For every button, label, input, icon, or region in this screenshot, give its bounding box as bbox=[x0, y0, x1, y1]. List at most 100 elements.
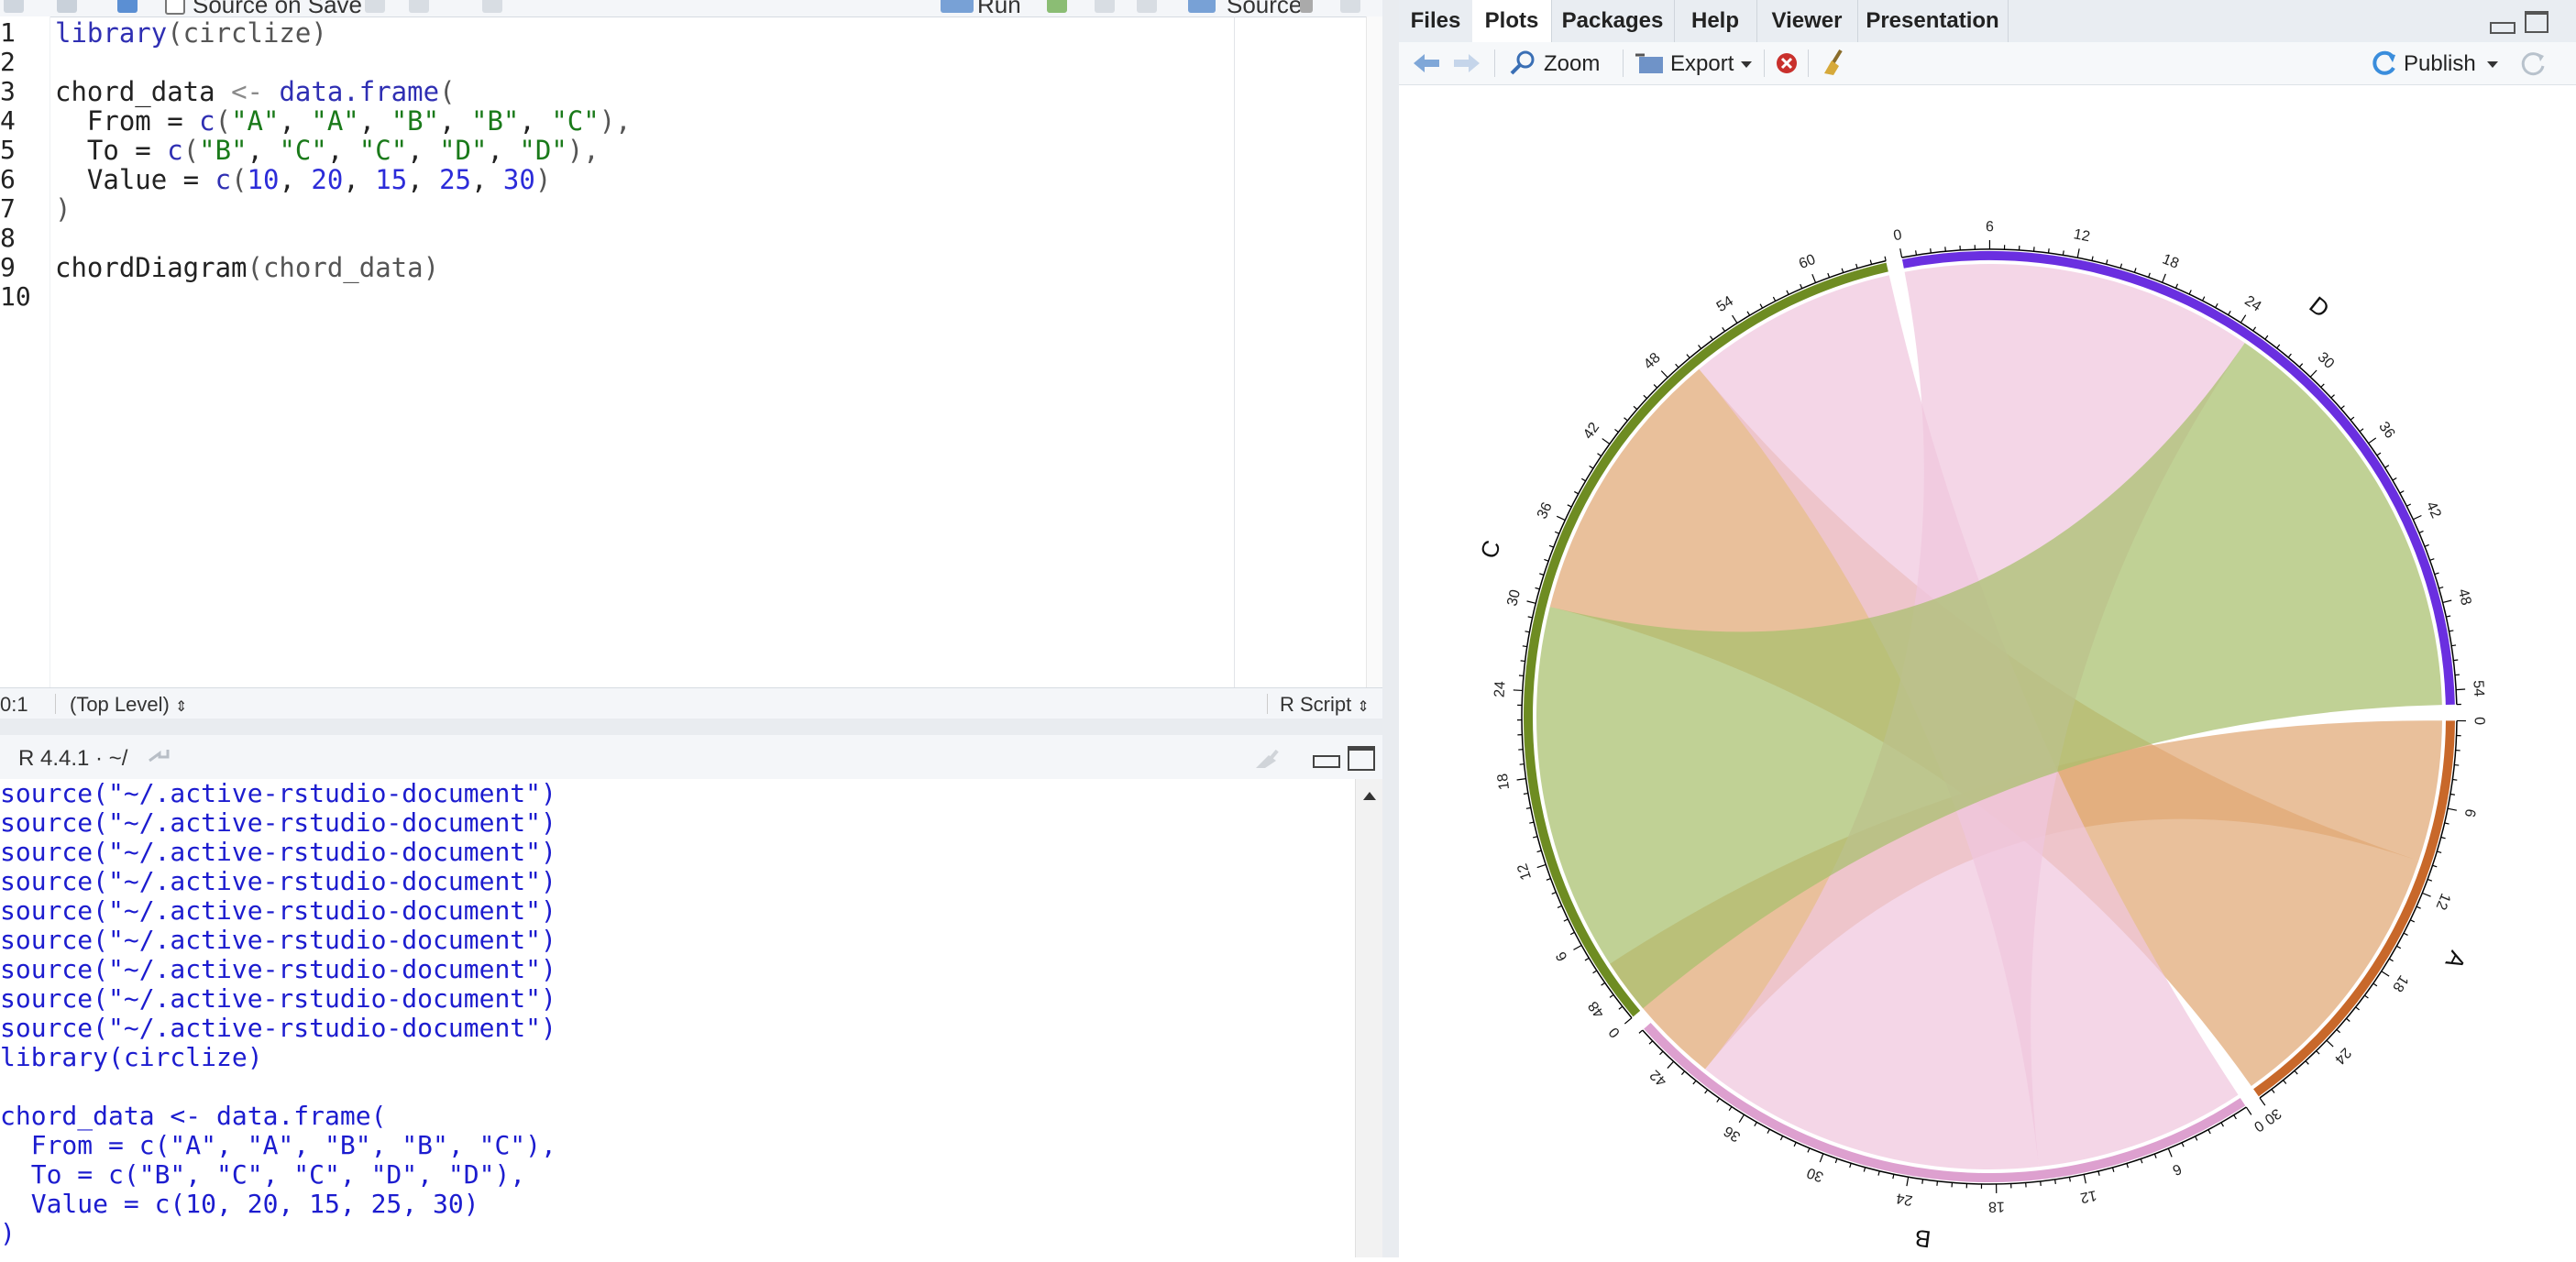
tick-label: 24 bbox=[1895, 1190, 1914, 1208]
tick-label: 48 bbox=[2455, 587, 2474, 608]
console-scrollbar[interactable] bbox=[1355, 779, 1383, 1257]
clear-console-icon[interactable] bbox=[1252, 748, 1283, 770]
tick-label: 6 bbox=[1553, 949, 1570, 963]
minimize-pane-icon[interactable] bbox=[1313, 755, 1340, 768]
minor-tick bbox=[1699, 345, 1701, 348]
tab-help[interactable]: Help bbox=[1674, 0, 1757, 42]
rerun-icon[interactable] bbox=[1047, 0, 1067, 13]
pane-splitter[interactable] bbox=[0, 719, 1382, 735]
source-on-save-checkbox[interactable] bbox=[165, 0, 185, 15]
scroll-up-arrow-icon[interactable] bbox=[1362, 790, 1377, 801]
publish-button[interactable]: Publish bbox=[2404, 51, 2476, 77]
tab-plots[interactable]: Plots bbox=[1472, 0, 1552, 42]
minor-tick bbox=[2299, 364, 2302, 368]
r-version-label: R 4.4.1 · ~/ bbox=[18, 746, 127, 772]
toolbar-divider bbox=[1808, 49, 1809, 77]
find-icon[interactable] bbox=[365, 0, 385, 13]
outline-icon[interactable] bbox=[1340, 0, 1360, 13]
minimize-pane-icon[interactable] bbox=[2490, 22, 2515, 34]
compile-report-icon[interactable] bbox=[482, 0, 502, 13]
run-button[interactable]: Run bbox=[977, 0, 1021, 17]
minor-tick bbox=[1705, 1090, 1708, 1093]
publish-icon[interactable] bbox=[2371, 49, 2398, 77]
minor-tick bbox=[2341, 406, 2345, 409]
major-tick bbox=[2084, 1174, 2086, 1183]
minor-tick bbox=[2203, 297, 2205, 301]
console-line: Value = c(10, 20, 15, 25, 30) bbox=[0, 1190, 479, 1219]
export-button[interactable]: Export bbox=[1670, 51, 1734, 77]
minor-tick bbox=[2196, 1136, 2197, 1140]
file-type-selector[interactable]: R Script ⇕ bbox=[1280, 693, 1370, 717]
remove-plot-icon[interactable] bbox=[1775, 51, 1799, 75]
minor-tick bbox=[2450, 794, 2455, 795]
minor-tick bbox=[1537, 850, 1542, 851]
tab-files[interactable]: Files bbox=[1399, 0, 1473, 42]
minor-tick bbox=[1850, 1163, 1851, 1168]
maximize-pane-icon[interactable] bbox=[1348, 746, 1375, 771]
zoom-icon[interactable] bbox=[1509, 49, 1536, 77]
editor-toolbar: Source on Save Run Source bbox=[0, 0, 1382, 17]
minor-tick bbox=[1931, 248, 1932, 253]
go-to-directory-icon[interactable] bbox=[147, 746, 171, 766]
show-in-window-icon[interactable] bbox=[57, 0, 77, 13]
minor-tick bbox=[2295, 1070, 2297, 1074]
console-line: source("~/.active-rstudio-document") bbox=[0, 984, 556, 1014]
code-text-area[interactable]: library(circlize) chord_data <- data.fra… bbox=[0, 16, 1228, 687]
major-tick bbox=[2443, 600, 2452, 602]
editor-scrollbar[interactable] bbox=[1366, 16, 1383, 687]
source-dropdown-icon[interactable] bbox=[1300, 0, 1313, 13]
minor-tick bbox=[1729, 1107, 1732, 1111]
minor-tick bbox=[2452, 780, 2457, 781]
vertical-pane-splitter[interactable] bbox=[1382, 0, 1399, 1257]
console-line: source("~/.active-rstudio-document") bbox=[0, 867, 556, 896]
tick-label: 0 bbox=[2251, 1117, 2266, 1135]
console-output[interactable]: source("~/.active-rstudio-document") sou… bbox=[0, 779, 1355, 1257]
minor-tick bbox=[1619, 1006, 1623, 1009]
major-tick bbox=[2422, 893, 2430, 896]
minor-tick bbox=[2337, 1029, 2340, 1032]
minor-tick bbox=[1794, 1142, 1796, 1147]
minor-tick bbox=[1585, 958, 1589, 960]
code-tools-icon[interactable] bbox=[409, 0, 429, 13]
minor-tick bbox=[2208, 1130, 2210, 1134]
save-icon[interactable] bbox=[117, 0, 138, 13]
next-plot-icon[interactable] bbox=[1452, 51, 1481, 75]
previous-plot-icon[interactable] bbox=[1412, 51, 1441, 75]
go-down-icon[interactable] bbox=[1137, 0, 1157, 13]
minor-tick bbox=[1570, 932, 1574, 934]
major-tick bbox=[1527, 601, 1536, 603]
tab-presentation[interactable]: Presentation bbox=[1857, 0, 2009, 42]
code-line-5: To = c("B", "C", "C", "D", "D"), bbox=[55, 136, 600, 165]
go-up-icon[interactable] bbox=[1095, 0, 1115, 13]
refresh-icon[interactable] bbox=[2519, 49, 2547, 77]
zoom-button[interactable]: Zoom bbox=[1544, 51, 1600, 77]
minor-tick bbox=[1644, 395, 1647, 398]
minor-tick bbox=[2092, 257, 2093, 261]
minor-tick bbox=[1547, 879, 1551, 881]
tab-packages[interactable]: Packages bbox=[1551, 0, 1675, 42]
source-button[interactable]: Source bbox=[1227, 0, 1302, 17]
chord-diagram: 0612182430A0612182430364248B061218243036… bbox=[1399, 84, 2576, 1257]
maximize-pane-icon[interactable] bbox=[2525, 11, 2548, 33]
minor-tick bbox=[1767, 1129, 1769, 1133]
publish-dropdown-icon[interactable] bbox=[2486, 60, 2499, 70]
minor-tick bbox=[1842, 269, 1844, 273]
tick-label: 6 bbox=[1986, 219, 1994, 235]
back-icon[interactable] bbox=[4, 0, 24, 13]
minor-tick bbox=[1681, 1071, 1684, 1075]
export-icon[interactable] bbox=[1634, 51, 1665, 75]
scope-selector[interactable]: (Top Level) ⇕ bbox=[70, 693, 187, 717]
clear-all-plots-icon[interactable] bbox=[1819, 48, 1848, 77]
minor-tick bbox=[2385, 466, 2389, 468]
run-icon[interactable] bbox=[941, 0, 974, 13]
source-icon[interactable] bbox=[1188, 0, 1216, 13]
minor-tick bbox=[1922, 1180, 1923, 1184]
cursor-position: 0:1 bbox=[0, 693, 28, 717]
minor-tick bbox=[2425, 544, 2429, 546]
major-tick bbox=[1733, 315, 1737, 323]
tick-label: 48 bbox=[1585, 998, 1607, 1021]
minor-tick bbox=[2393, 478, 2396, 481]
tick-label: 6 bbox=[2461, 807, 2478, 818]
tab-viewer[interactable]: Viewer bbox=[1756, 0, 1858, 42]
export-dropdown-icon[interactable] bbox=[1740, 60, 1753, 70]
